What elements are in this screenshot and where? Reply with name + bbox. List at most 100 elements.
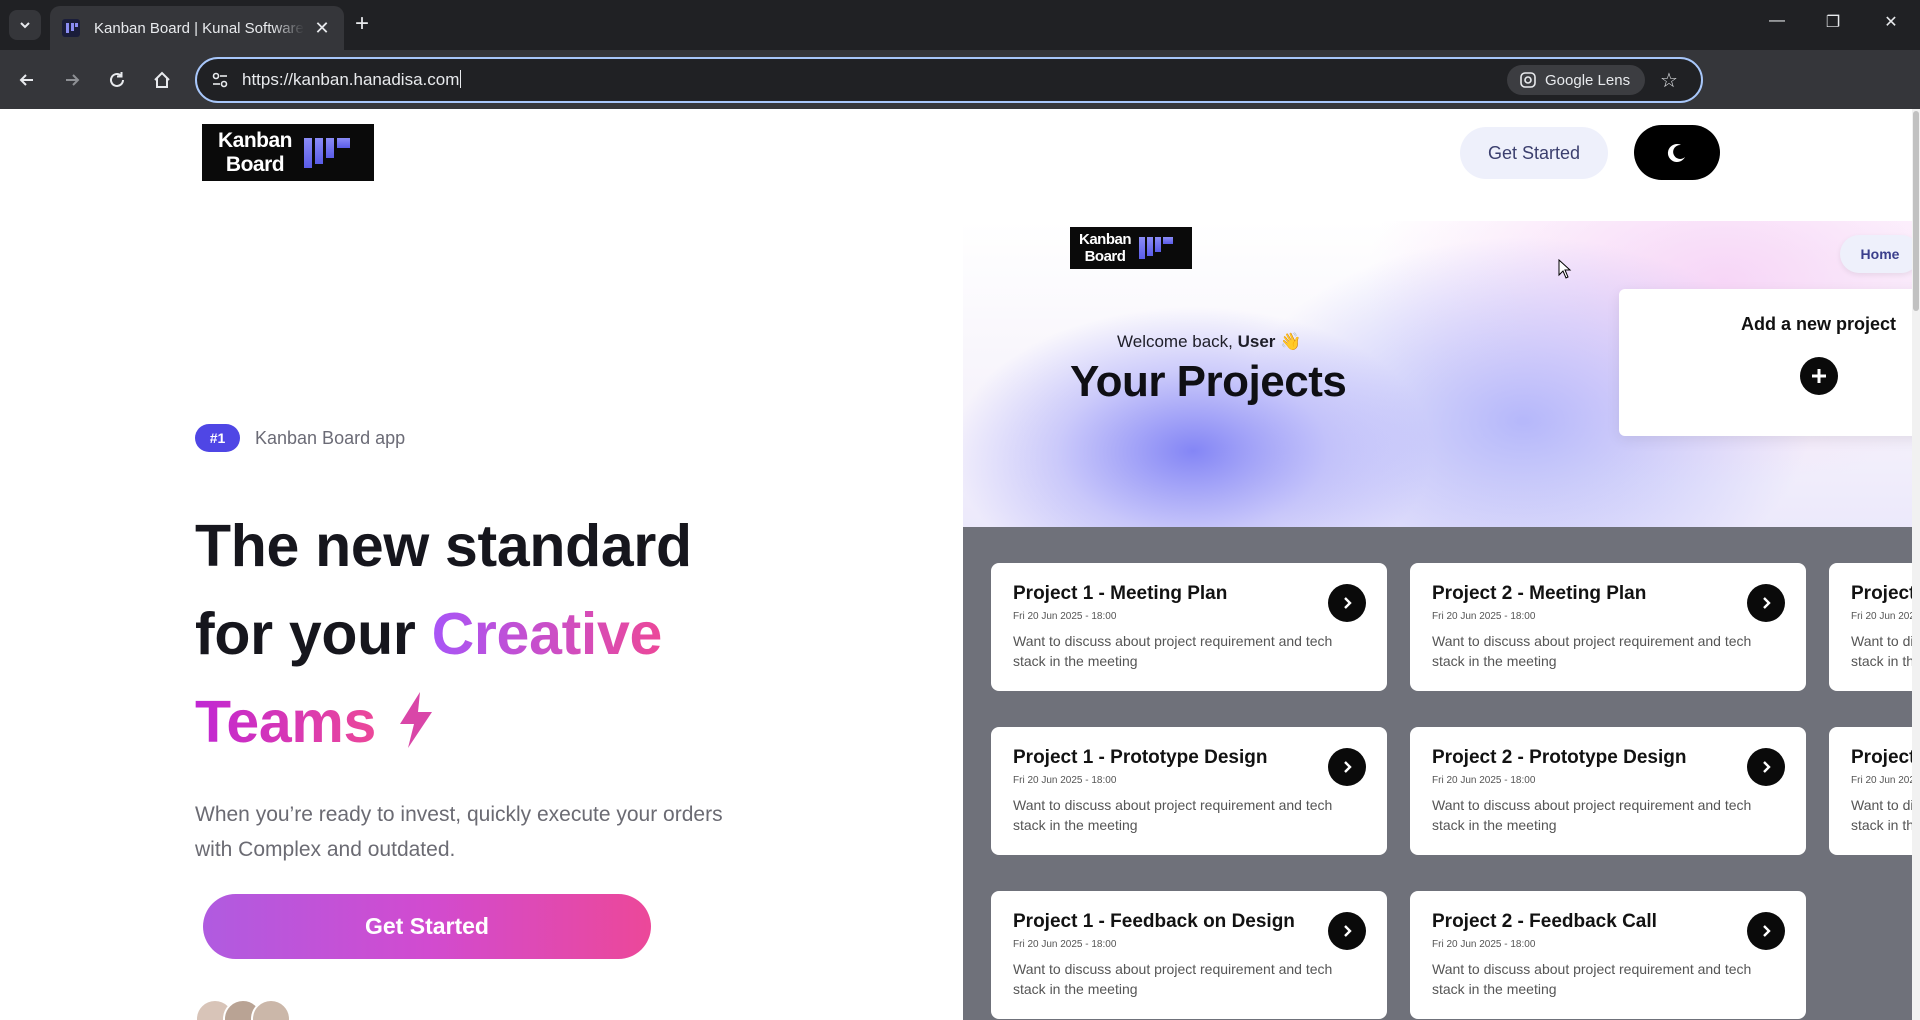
project-card[interactable]: Project 1 - Feedback on Design Fri 20 Ju… xyxy=(991,891,1387,1019)
hero-title-accent-teams: Teams xyxy=(195,689,377,755)
hero-title: The new standard for your Creative Teams xyxy=(195,502,895,766)
chevron-right-icon xyxy=(1763,597,1771,609)
bookmark-star-icon[interactable]: ☆ xyxy=(1660,68,1678,93)
project-title: Project 1 - Feedback on Design xyxy=(1013,911,1295,932)
app-preview: Kanban Board Home Welcome back, User 👋 Y… xyxy=(963,221,1920,1020)
project-date: Fri 20 Jun 2025 - 18:00 xyxy=(1432,611,1536,622)
welcome-prefix: Welcome back, xyxy=(1117,332,1238,351)
project-title: Project 1 - Meeting Plan xyxy=(1013,583,1228,604)
projects-board: Project 1 - Meeting Plan Fri 20 Jun 2025… xyxy=(963,527,1920,1020)
project-date: Fri 20 Jun 2025 - 18:00 xyxy=(1013,775,1117,786)
site-settings-icon[interactable] xyxy=(211,71,229,89)
hero-subtitle: When you’re ready to invest, quickly exe… xyxy=(195,797,795,867)
hero-subtitle-line1: When you’re ready to invest, quickly exe… xyxy=(195,803,723,826)
home-button[interactable] xyxy=(148,66,176,94)
project-description: Want to discuss about project requiremen… xyxy=(1013,797,1333,833)
tab-search-button[interactable] xyxy=(9,10,41,40)
project-card[interactable]: Project 2 - Meeting Plan Fri 20 Jun 2025… xyxy=(1410,563,1806,691)
hero-title-line2: for your xyxy=(195,601,432,667)
site-logo[interactable]: Kanban Board xyxy=(202,124,374,181)
logo-text-line1: Kanban xyxy=(218,128,293,152)
chevron-right-icon xyxy=(1344,597,1352,609)
forward-button[interactable] xyxy=(58,66,86,94)
open-project-button[interactable] xyxy=(1747,912,1785,950)
avatar xyxy=(251,999,291,1020)
scrollbar-thumb[interactable] xyxy=(1913,111,1919,311)
kanban-logo-icon xyxy=(1139,237,1174,259)
project-title: Project 2 - Meeting Plan xyxy=(1432,583,1647,604)
open-project-button[interactable] xyxy=(1747,748,1785,786)
add-project-card[interactable]: Add a new project xyxy=(1619,289,1920,436)
preview-home-button[interactable]: Home xyxy=(1840,235,1920,273)
project-description: Want to discuss about project requiremen… xyxy=(1432,797,1752,833)
preview-logo-line2: Board xyxy=(1084,248,1126,265)
project-card[interactable]: Project 1 - Meeting Plan Fri 20 Jun 2025… xyxy=(991,563,1387,691)
project-card[interactable]: Project 3 - Meeting Plan Fri 20 Jun 2025… xyxy=(1829,563,1920,691)
kanban-logo-icon xyxy=(304,137,351,168)
chevron-right-icon xyxy=(1344,761,1352,773)
chevron-right-icon xyxy=(1763,925,1771,937)
preview-header: Kanban Board Home Welcome back, User 👋 Y… xyxy=(963,221,1920,527)
project-card[interactable]: Project 1 - Prototype Design Fri 20 Jun … xyxy=(991,727,1387,855)
lens-icon xyxy=(1520,72,1536,88)
browser-titlebar: Kanban Board | Kunal Software ✕ + — ❐ ✕ xyxy=(0,0,1920,50)
project-title: Project 3 - Prototype Design xyxy=(1851,747,1920,768)
url-text[interactable]: https://kanban.hanadisa.com xyxy=(242,70,462,90)
theme-toggle-button[interactable] xyxy=(1634,125,1720,180)
project-date: Fri 20 Jun 2025 - 18:00 xyxy=(1013,611,1117,622)
google-lens-label: Google Lens xyxy=(1545,71,1631,89)
project-date: Fri 20 Jun 2025 - 18:00 xyxy=(1851,611,1920,622)
plus-icon xyxy=(1812,369,1826,383)
header-get-started-button[interactable]: Get Started xyxy=(1460,127,1608,179)
open-project-button[interactable] xyxy=(1747,584,1785,622)
reload-button[interactable] xyxy=(103,66,131,94)
browser-tab[interactable]: Kanban Board | Kunal Software ✕ xyxy=(50,6,344,50)
project-date: Fri 20 Jun 2025 - 18:00 xyxy=(1432,775,1536,786)
project-card[interactable]: Project 2 - Feedback Call Fri 20 Jun 202… xyxy=(1410,891,1806,1019)
project-date: Fri 20 Jun 2025 - 18:00 xyxy=(1432,939,1536,950)
arrow-left-icon xyxy=(19,74,33,86)
mouse-cursor-icon xyxy=(1558,259,1572,279)
hero-get-started-button[interactable]: Get Started xyxy=(203,894,651,959)
welcome-user: User xyxy=(1237,332,1276,351)
project-description: Want to discuss about project requiremen… xyxy=(1013,961,1333,997)
reload-icon xyxy=(110,72,124,87)
address-bar[interactable]: https://kanban.hanadisa.com Google Lens … xyxy=(195,57,1703,103)
preview-logo: Kanban Board xyxy=(1070,227,1192,269)
preview-logo-line1: Kanban xyxy=(1079,231,1132,248)
page-viewport: Kanban Board Get Started #1 Kanban Board… xyxy=(0,109,1920,1020)
favicon-icon xyxy=(62,19,80,37)
open-project-button[interactable] xyxy=(1328,748,1366,786)
project-description: Want to discuss about project requiremen… xyxy=(1432,961,1752,997)
project-title: Project 2 - Prototype Design xyxy=(1432,747,1687,768)
project-date: Fri 20 Jun 2025 - 18:00 xyxy=(1851,775,1920,786)
welcome-text: Welcome back, User 👋 xyxy=(1117,332,1301,352)
home-icon xyxy=(154,71,170,88)
project-description: Want to discuss about project requiremen… xyxy=(1851,633,1920,669)
add-project-button[interactable] xyxy=(1800,357,1838,395)
logo-text-line2: Board xyxy=(225,152,285,176)
minimize-button[interactable]: — xyxy=(1757,12,1797,30)
project-description: Want to discuss about project requiremen… xyxy=(1013,633,1333,669)
back-button[interactable] xyxy=(13,66,41,94)
open-project-button[interactable] xyxy=(1328,584,1366,622)
chevron-down-icon xyxy=(20,22,30,29)
open-project-button[interactable] xyxy=(1328,912,1366,950)
user-avatars xyxy=(195,999,291,1020)
project-card[interactable]: Project 2 - Prototype Design Fri 20 Jun … xyxy=(1410,727,1806,855)
project-title: Project 2 - Feedback Call xyxy=(1432,911,1657,932)
moon-icon xyxy=(1667,143,1685,162)
page-scrollbar[interactable] xyxy=(1912,109,1920,1020)
project-description: Want to discuss about project requiremen… xyxy=(1432,633,1752,669)
hero-badge: #1 Kanban Board app xyxy=(195,424,405,452)
tab-close-icon[interactable]: ✕ xyxy=(312,18,332,39)
chevron-right-icon xyxy=(1344,925,1352,937)
restore-button[interactable]: ❐ xyxy=(1813,12,1853,32)
close-window-button[interactable]: ✕ xyxy=(1871,12,1911,32)
project-description: Want to discuss about project requiremen… xyxy=(1851,797,1920,833)
arrow-right-icon xyxy=(66,74,80,86)
google-lens-button[interactable]: Google Lens xyxy=(1507,65,1645,95)
hero-title-line1: The new standard xyxy=(195,513,692,579)
new-tab-button[interactable]: + xyxy=(355,12,369,36)
project-card[interactable]: Project 3 - Prototype Design Fri 20 Jun … xyxy=(1829,727,1920,855)
